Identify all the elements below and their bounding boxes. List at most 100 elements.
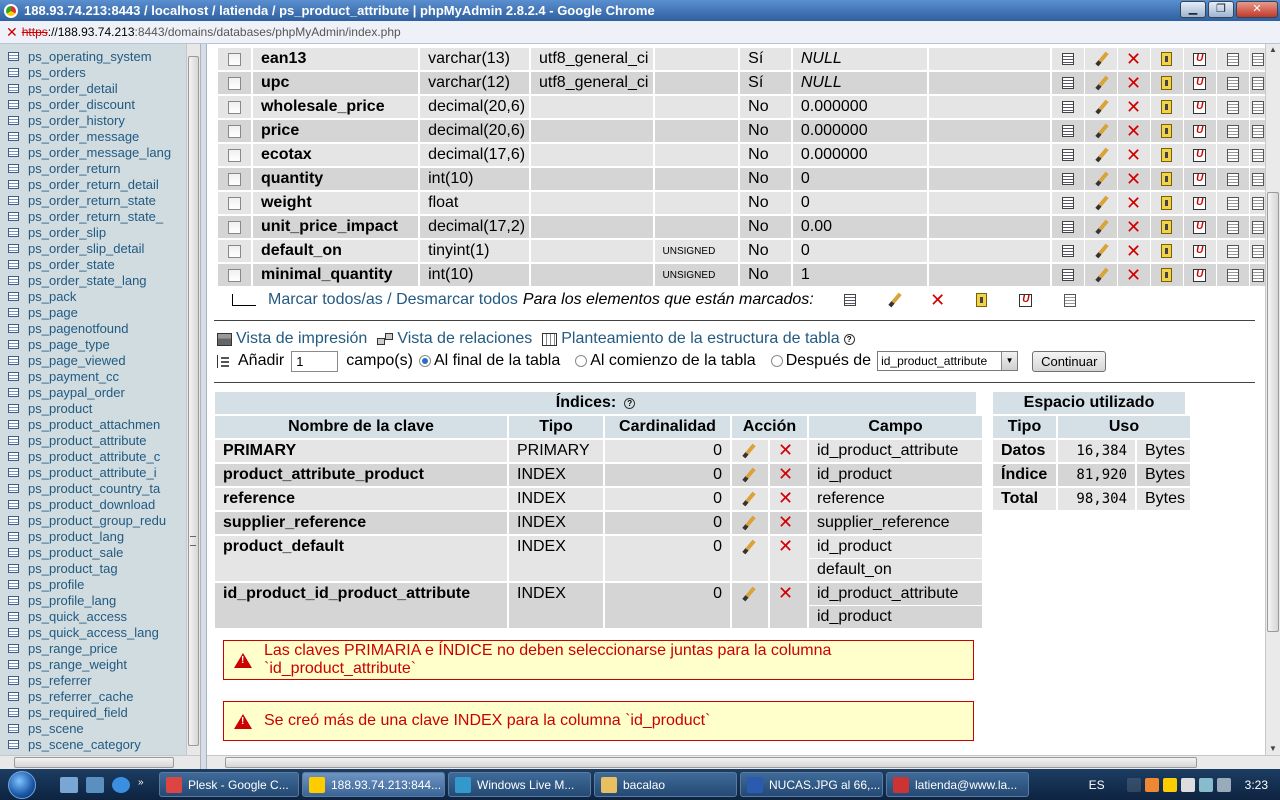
- browse-button[interactable]: [1051, 240, 1084, 262]
- primary-button[interactable]: [1150, 240, 1183, 262]
- frame-splitter[interactable]: [200, 44, 207, 769]
- main-hscroll-thumb[interactable]: [225, 757, 1197, 768]
- edit-button[interactable]: [1084, 144, 1117, 166]
- sidebar-table-item[interactable]: ps_range_price: [8, 640, 184, 656]
- table-icon[interactable]: [8, 195, 19, 205]
- table-icon[interactable]: [8, 659, 19, 669]
- edit-button[interactable]: [1084, 216, 1117, 238]
- index-button[interactable]: [1216, 120, 1249, 142]
- table-icon[interactable]: [8, 563, 19, 573]
- table-icon[interactable]: [8, 403, 19, 413]
- unique-button[interactable]: [1183, 120, 1216, 142]
- index-button[interactable]: [1216, 168, 1249, 190]
- sidebar-table-item[interactable]: ps_pack: [8, 288, 184, 304]
- table-icon[interactable]: [8, 211, 19, 221]
- sidebar-table-item[interactable]: ps_scene_category: [8, 736, 184, 752]
- taskbar-button[interactable]: NUCAS.JPG al 66,...: [740, 772, 883, 797]
- sidebar-table-item[interactable]: ps_order_discount: [8, 96, 184, 112]
- table-icon[interactable]: [8, 643, 19, 653]
- table-icon[interactable]: [8, 611, 19, 621]
- browse-button[interactable]: [1051, 120, 1084, 142]
- taskbar-button[interactable]: 188.93.74.213:844...: [302, 772, 445, 797]
- drop-button[interactable]: ✕: [1117, 120, 1150, 142]
- edit-button[interactable]: [1084, 264, 1117, 286]
- batch-browse[interactable]: [828, 294, 872, 306]
- table-icon[interactable]: [8, 739, 19, 749]
- table-icon[interactable]: [8, 115, 19, 125]
- sidebar-table-item[interactable]: ps_product_attribute_i: [8, 464, 184, 480]
- table-icon[interactable]: [8, 371, 19, 381]
- sidebar-table-item[interactable]: ps_product_attachmen: [8, 416, 184, 432]
- edit-button[interactable]: [1084, 168, 1117, 190]
- unique-button[interactable]: [1183, 240, 1216, 262]
- browse-button[interactable]: [1051, 192, 1084, 214]
- browse-button[interactable]: [1051, 72, 1084, 94]
- unique-button[interactable]: [1183, 216, 1216, 238]
- address-bar[interactable]: ✕ https ://188.93.74.213 :8443/domains/d…: [0, 21, 1280, 44]
- sidebar-scroll-thumb[interactable]: [188, 56, 199, 746]
- index-button[interactable]: [1216, 144, 1249, 166]
- table-icon[interactable]: [8, 579, 19, 589]
- row-checkbox[interactable]: [227, 148, 241, 162]
- sidebar-table-item[interactable]: ps_page_type: [8, 336, 184, 352]
- edit-button[interactable]: [1084, 96, 1117, 118]
- index-drop-button[interactable]: ✕: [770, 488, 807, 510]
- taskbar-button[interactable]: latienda@www.la...: [886, 772, 1029, 797]
- batch-primary[interactable]: [960, 293, 1004, 307]
- window-title-bar[interactable]: 188.93.74.213:8443 / localhost / latiend…: [0, 0, 1280, 21]
- sidebar-table-item[interactable]: ps_pagenotfound: [8, 320, 184, 336]
- unique-button[interactable]: [1183, 96, 1216, 118]
- sidebar-table-item[interactable]: ps_quick_access_lang: [8, 624, 184, 640]
- index-drop-button[interactable]: ✕: [770, 440, 807, 462]
- sidebar-table-item[interactable]: ps_product_download: [8, 496, 184, 512]
- sidebar-table-item[interactable]: ps_quick_access: [8, 608, 184, 624]
- fulltext-button[interactable]: [1249, 168, 1265, 190]
- sidebar-table-item[interactable]: ps_scene: [8, 720, 184, 736]
- row-checkbox[interactable]: [227, 124, 241, 138]
- browse-button[interactable]: [1051, 144, 1084, 166]
- table-icon[interactable]: [8, 243, 19, 253]
- table-icon[interactable]: [8, 147, 19, 157]
- show-desktop-icon[interactable]: [60, 776, 78, 793]
- primary-button[interactable]: [1150, 216, 1183, 238]
- sidebar-table-item[interactable]: ps_orders: [8, 64, 184, 80]
- edit-button[interactable]: [1084, 240, 1117, 262]
- help-icon[interactable]: ?: [624, 397, 636, 409]
- table-icon[interactable]: [8, 691, 19, 701]
- sidebar-table-item[interactable]: ps_range_weight: [8, 656, 184, 672]
- table-icon[interactable]: [8, 483, 19, 493]
- table-icon[interactable]: [8, 307, 19, 317]
- close-button[interactable]: ✕: [1236, 1, 1278, 18]
- sidebar-table-item[interactable]: ps_page: [8, 304, 184, 320]
- sidebar-table-item[interactable]: ps_profile_lang: [8, 592, 184, 608]
- fulltext-button[interactable]: [1249, 264, 1265, 286]
- index-edit-button[interactable]: [732, 464, 768, 486]
- table-icon[interactable]: [8, 451, 19, 461]
- drop-button[interactable]: ✕: [1117, 96, 1150, 118]
- sidebar-table-item[interactable]: ps_required_field: [8, 704, 184, 720]
- sidebar-hscroll-thumb[interactable]: [14, 757, 174, 768]
- uncheck-all-link[interactable]: Desmarcar todos: [396, 291, 518, 309]
- at-beginning-radio[interactable]: [575, 355, 588, 367]
- table-icon[interactable]: [8, 163, 19, 173]
- drop-button[interactable]: ✕: [1117, 72, 1150, 94]
- edit-button[interactable]: [1084, 48, 1117, 70]
- table-icon[interactable]: [8, 723, 19, 733]
- table-icon[interactable]: [8, 259, 19, 269]
- propose-structure-link[interactable]: Planteamiento de la estructura de tabla: [561, 330, 839, 348]
- edit-button[interactable]: [1084, 120, 1117, 142]
- table-icon[interactable]: [8, 227, 19, 237]
- table-icon[interactable]: [8, 387, 19, 397]
- primary-button[interactable]: [1150, 168, 1183, 190]
- table-icon[interactable]: [8, 339, 19, 349]
- table-icon[interactable]: [8, 323, 19, 333]
- sidebar-table-item[interactable]: ps_referrer: [8, 672, 184, 688]
- minimize-button[interactable]: ▁: [1180, 1, 1206, 18]
- main-scroll-thumb[interactable]: [1267, 192, 1279, 632]
- internet-explorer-icon[interactable]: [112, 776, 130, 793]
- main-vertical-scrollbar[interactable]: ▲ ▼: [1265, 44, 1280, 755]
- edit-button[interactable]: [1084, 192, 1117, 214]
- row-checkbox[interactable]: [227, 100, 241, 114]
- sidebar-table-item[interactable]: ps_profile: [8, 576, 184, 592]
- fulltext-button[interactable]: [1249, 72, 1265, 94]
